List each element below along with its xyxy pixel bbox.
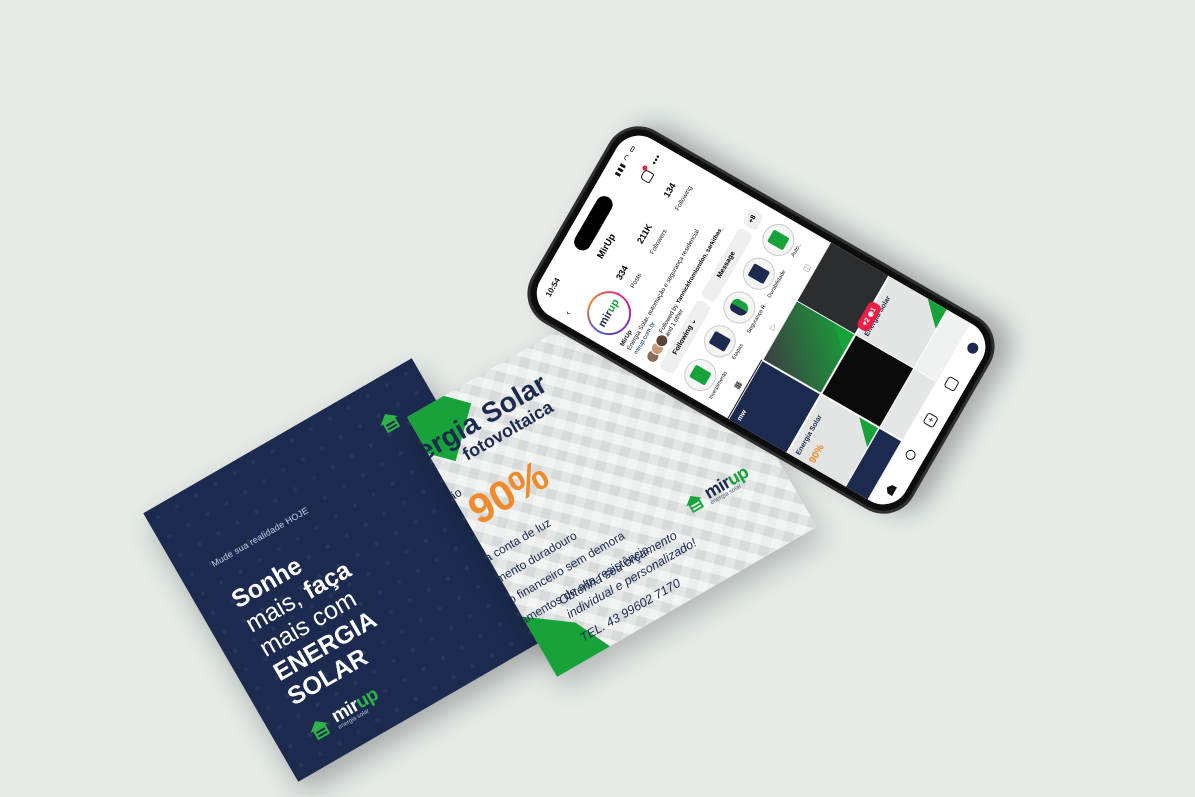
post-percent: 90% (806, 442, 827, 466)
reels-icon[interactable] (943, 375, 960, 392)
mockup-scene: Mude sua realidade HOJE Sonhe mais, faça… (0, 0, 1195, 797)
bell-icon[interactable] (639, 168, 655, 184)
more-options-icon[interactable]: ••• (649, 152, 663, 166)
search-icon[interactable] (903, 448, 918, 462)
new-post-icon[interactable]: + (922, 411, 940, 429)
solar-panel-icon (747, 263, 771, 285)
panel-icon (708, 330, 732, 352)
back-arrow-icon[interactable]: ‹ (563, 309, 573, 317)
home-icon[interactable] (884, 483, 897, 496)
profile-icon[interactable] (964, 340, 980, 356)
stat-followers[interactable]: 211K Followers (633, 219, 671, 257)
stat-value: 334 (613, 263, 631, 282)
status-icons: ▮▮▮ ◠ ▭ (614, 143, 638, 178)
shield-icon (728, 296, 751, 319)
stat-posts[interactable]: 334 Posts (614, 263, 646, 291)
automation-icon (767, 229, 790, 251)
status-time: 10:54 (543, 276, 562, 299)
stat-label: Posts (629, 272, 644, 290)
post-mark: mw (736, 408, 749, 423)
add-person-button[interactable]: +8 (741, 207, 765, 232)
stat-label: Following (674, 184, 694, 213)
profile-username: MirUp (594, 231, 618, 261)
stat-following[interactable]: 134 Following (659, 176, 697, 214)
stat-label: Followers (648, 228, 669, 256)
dollar-icon (689, 364, 712, 386)
